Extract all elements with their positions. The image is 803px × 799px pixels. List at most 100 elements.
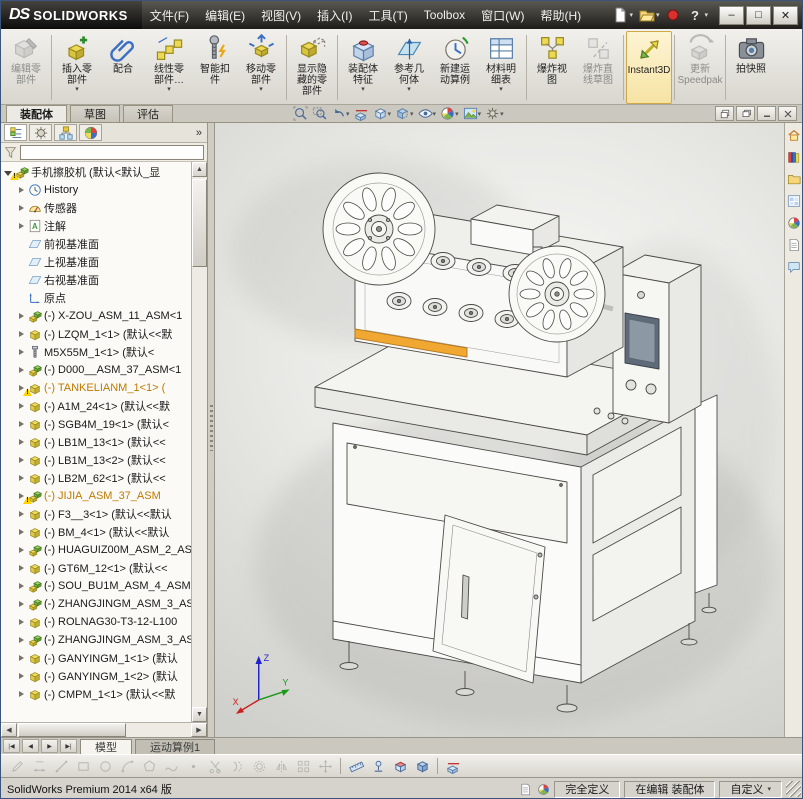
expand-arrow-icon[interactable] [17, 654, 26, 663]
expand-arrow-icon[interactable] [17, 312, 26, 321]
doc-close-button[interactable] [778, 106, 797, 121]
line-tool-icon[interactable] [50, 756, 72, 776]
doc-cascade-button[interactable] [715, 106, 734, 121]
expand-arrow-icon[interactable] [17, 402, 26, 411]
expand-arrow-icon[interactable] [17, 492, 26, 501]
tab-scroll-button[interactable]: ◀ [22, 739, 39, 753]
tree-item[interactable]: (-) GT6M_12<1> (默认<< [1, 559, 191, 577]
menu-item[interactable]: Toolbox [416, 1, 473, 29]
tree-item[interactable]: 右视基准面 [1, 271, 191, 289]
expand-arrow-icon[interactable] [17, 582, 26, 591]
tab-assembly[interactable]: 装配体 [6, 105, 67, 122]
hide-show-items-button[interactable]: ▾ [416, 105, 439, 122]
tree-item[interactable]: 传感器 [1, 199, 191, 217]
scroll-up-button[interactable]: ▲ [192, 162, 207, 177]
expand-arrow-icon[interactable] [17, 438, 26, 447]
expand-arrow-icon[interactable] [17, 186, 26, 195]
offset-entities-icon[interactable] [248, 756, 270, 776]
configurationmanager-tab[interactable] [54, 124, 77, 141]
tree-horizontal-scrollbar[interactable]: ◀ ▶ [1, 722, 207, 737]
expand-arrow-icon[interactable] [17, 384, 26, 393]
exploded-view-button[interactable]: 爆炸视 图 ▾ [529, 31, 575, 104]
expand-arrow-icon[interactable] [17, 276, 26, 285]
tree-item[interactable]: (-) HUAGUIZ00M_ASM_2_AS [1, 541, 191, 559]
previous-view-button[interactable]: ▾ [329, 105, 352, 122]
model-tab[interactable]: 模型 [80, 739, 132, 754]
resize-grip[interactable] [786, 781, 801, 797]
open-document-button[interactable]: ▾ [636, 4, 663, 26]
tree-item[interactable]: (-) BM_4<1> (默认<<默认 [1, 523, 191, 541]
edit-component-button[interactable]: 编辑零 部件 ▾ [3, 31, 49, 104]
linear-component-pattern-button[interactable]: 线性零 部件… ▾ [146, 31, 192, 104]
solidworks-resources-tab[interactable] [786, 126, 802, 144]
arc-tool-icon[interactable] [116, 756, 138, 776]
tree-item[interactable]: (-) LZQM_1<1> (默认<<默 [1, 325, 191, 343]
expand-arrow-icon[interactable] [17, 690, 26, 699]
menu-item[interactable]: 工具(T) [360, 1, 415, 29]
tree-root-item[interactable]: 手机擦胶机 (默认<默认_显 [1, 163, 191, 181]
expand-arrow-icon[interactable] [17, 258, 26, 267]
expand-arrow-icon[interactable] [17, 330, 26, 339]
menu-item[interactable]: 插入(I) [309, 1, 360, 29]
tree-item[interactable]: (-) ZHANGJINGM_ASM_3_AS [1, 595, 191, 613]
section-view-button[interactable]: ▾ [352, 105, 371, 122]
zoom-to-area-button[interactable]: ▾ [310, 105, 329, 122]
propertymanager-tab[interactable] [29, 124, 52, 141]
scroll-left-button[interactable]: ◀ [1, 723, 17, 737]
scrollbar-track[interactable] [17, 723, 191, 737]
expand-arrow-icon[interactable] [17, 528, 26, 537]
spline-tool-icon[interactable] [160, 756, 182, 776]
polygon-tool-icon[interactable] [138, 756, 160, 776]
tab-scroll-button[interactable]: ▶ [41, 739, 58, 753]
bill-of-materials-button[interactable]: 材料明 细表 ▾ [478, 31, 524, 104]
menu-item[interactable]: 窗口(W) [473, 1, 532, 29]
panel-expand-chevron[interactable]: » [196, 127, 204, 139]
expand-arrow-icon[interactable] [17, 366, 26, 375]
tree-item[interactable]: 原点 [1, 289, 191, 307]
featuremanager-tab[interactable] [4, 124, 27, 141]
tree-item[interactable]: (-) LB1M_13<1> (默认<< [1, 433, 191, 451]
tab-sketch[interactable]: 草图 [70, 105, 120, 122]
smart-dimension-icon[interactable] [28, 756, 50, 776]
maximize-button[interactable]: □ [746, 5, 771, 25]
tree-item[interactable]: (-) TANKELIANM_1<1> ( [1, 379, 191, 397]
expand-arrow-icon[interactable] [17, 510, 26, 519]
tree-item[interactable]: (-) SOU_BU1M_ASM_4_ASM< [1, 577, 191, 595]
smart-fasteners-button[interactable]: 智能扣 件 ▾ [192, 31, 238, 104]
tab-evaluate[interactable]: 评估 [123, 105, 173, 122]
design-library-tab[interactable] [786, 148, 802, 166]
take-snapshot-button[interactable]: 拍快照 ▾ [728, 31, 774, 104]
assembly-model[interactable] [215, 123, 786, 737]
panel-splitter[interactable] [208, 123, 215, 737]
expand-arrow-icon[interactable] [17, 204, 26, 213]
tree-item[interactable]: 前视基准面 [1, 235, 191, 253]
linear-sketch-pattern-icon[interactable] [292, 756, 314, 776]
view-settings-button[interactable]: ▾ [483, 105, 506, 122]
tree-item[interactable]: (-) ZHANGJINGM_ASM_3_AS [1, 631, 191, 649]
doc-restore-button[interactable] [736, 106, 755, 121]
tree-vertical-scrollbar[interactable]: ▲ ▼ [191, 162, 207, 722]
file-explorer-tab[interactable] [786, 170, 802, 188]
tree-item[interactable]: (-) A1M_24<1> (默认<<默 [1, 397, 191, 415]
expand-arrow-icon[interactable] [17, 600, 26, 609]
zoom-to-fit-button[interactable]: ▾ [291, 105, 310, 122]
new-document-button[interactable]: ▾ [609, 4, 636, 26]
tree-item[interactable]: (-) CMPM_1<1> (默认<<默 [1, 685, 191, 703]
expand-arrow-icon[interactable] [17, 672, 26, 681]
expand-arrow-icon[interactable] [17, 240, 26, 249]
tree-item[interactable]: History [1, 181, 191, 199]
scrollbar-thumb[interactable] [192, 179, 207, 267]
expand-arrow-icon[interactable] [17, 636, 26, 645]
move-entities-icon[interactable] [314, 756, 336, 776]
tree-item[interactable]: (-) GANYINGM_1<1> (默认 [1, 649, 191, 667]
rectangle-tool-icon[interactable] [72, 756, 94, 776]
mate-button[interactable]: 配合 ▾ [100, 31, 146, 104]
expand-arrow-icon[interactable] [17, 474, 26, 483]
view-orientation-button[interactable]: ▾ [371, 105, 394, 122]
insert-components-button[interactable]: 插入零 部件 ▾ [54, 31, 100, 104]
scroll-right-button[interactable]: ▶ [191, 723, 207, 737]
record-macro-button[interactable]: ▾ [662, 4, 684, 26]
convert-entities-icon[interactable] [226, 756, 248, 776]
expand-arrow-icon[interactable] [17, 456, 26, 465]
measure-tool-icon[interactable] [345, 756, 367, 776]
